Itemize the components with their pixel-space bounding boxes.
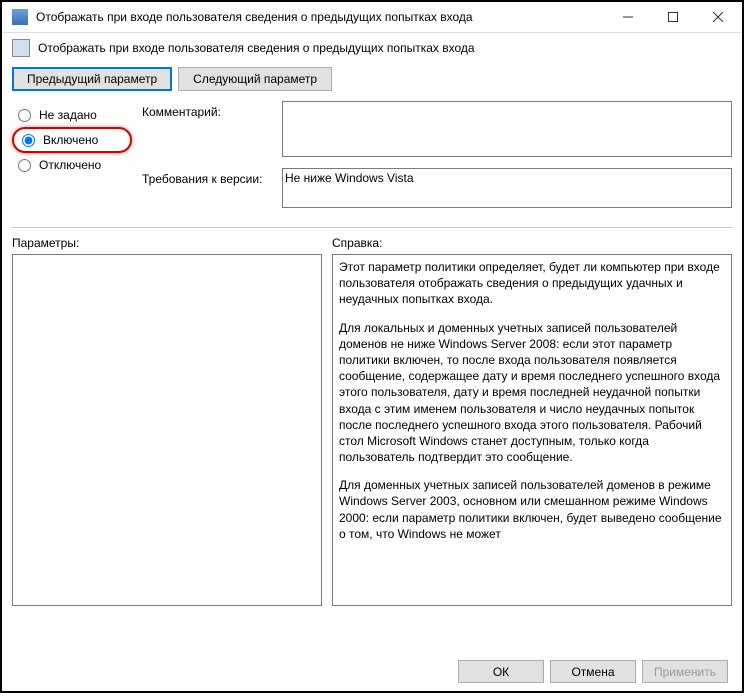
next-setting-button[interactable]: Следующий параметр (178, 67, 332, 91)
radio-disabled-input[interactable] (18, 159, 31, 172)
app-icon (12, 9, 28, 25)
help-label: Справка: (332, 236, 732, 250)
policy-editor-window: Отображать при входе пользователя сведен… (0, 0, 744, 693)
close-button[interactable] (695, 3, 740, 31)
comment-textarea[interactable] (282, 101, 732, 157)
help-paragraph: Для локальных и доменных учетных записей… (339, 320, 725, 466)
apply-button[interactable]: Применить (642, 660, 728, 683)
policy-description: Отображать при входе пользователя сведен… (38, 41, 475, 55)
radio-disabled[interactable]: Отключено (12, 153, 132, 177)
minimize-button[interactable] (605, 3, 650, 31)
ok-button[interactable]: ОК (458, 660, 544, 683)
maximize-button[interactable] (650, 3, 695, 31)
previous-setting-button[interactable]: Предыдущий параметр (12, 67, 172, 91)
cancel-button[interactable]: Отмена (550, 660, 636, 683)
help-paragraph: Этот параметр политики определяет, будет… (339, 259, 725, 308)
radio-not-configured-label: Не задано (39, 108, 97, 122)
policy-description-row: Отображать при входе пользователя сведен… (2, 33, 742, 59)
requirements-textarea (282, 168, 732, 208)
params-label: Параметры: (12, 236, 322, 250)
comment-label: Комментарий: (142, 101, 282, 119)
radio-enabled[interactable]: Включено (12, 127, 132, 153)
radio-enabled-label: Включено (43, 133, 98, 147)
params-panel[interactable] (12, 254, 322, 606)
policy-icon (12, 39, 30, 57)
radio-disabled-label: Отключено (39, 158, 101, 172)
divider (12, 227, 732, 228)
radio-not-configured[interactable]: Не задано (12, 103, 132, 127)
help-panel[interactable]: Этот параметр политики определяет, будет… (332, 254, 732, 606)
radio-not-configured-input[interactable] (18, 109, 31, 122)
titlebar: Отображать при входе пользователя сведен… (2, 2, 742, 33)
radio-enabled-input[interactable] (22, 134, 35, 147)
help-paragraph: Для доменных учетных записей пользовател… (339, 477, 725, 542)
window-title: Отображать при входе пользователя сведен… (36, 10, 605, 24)
requirements-label: Требования к версии: (142, 168, 282, 186)
state-radio-group: Не задано Включено Отключено (12, 101, 132, 219)
